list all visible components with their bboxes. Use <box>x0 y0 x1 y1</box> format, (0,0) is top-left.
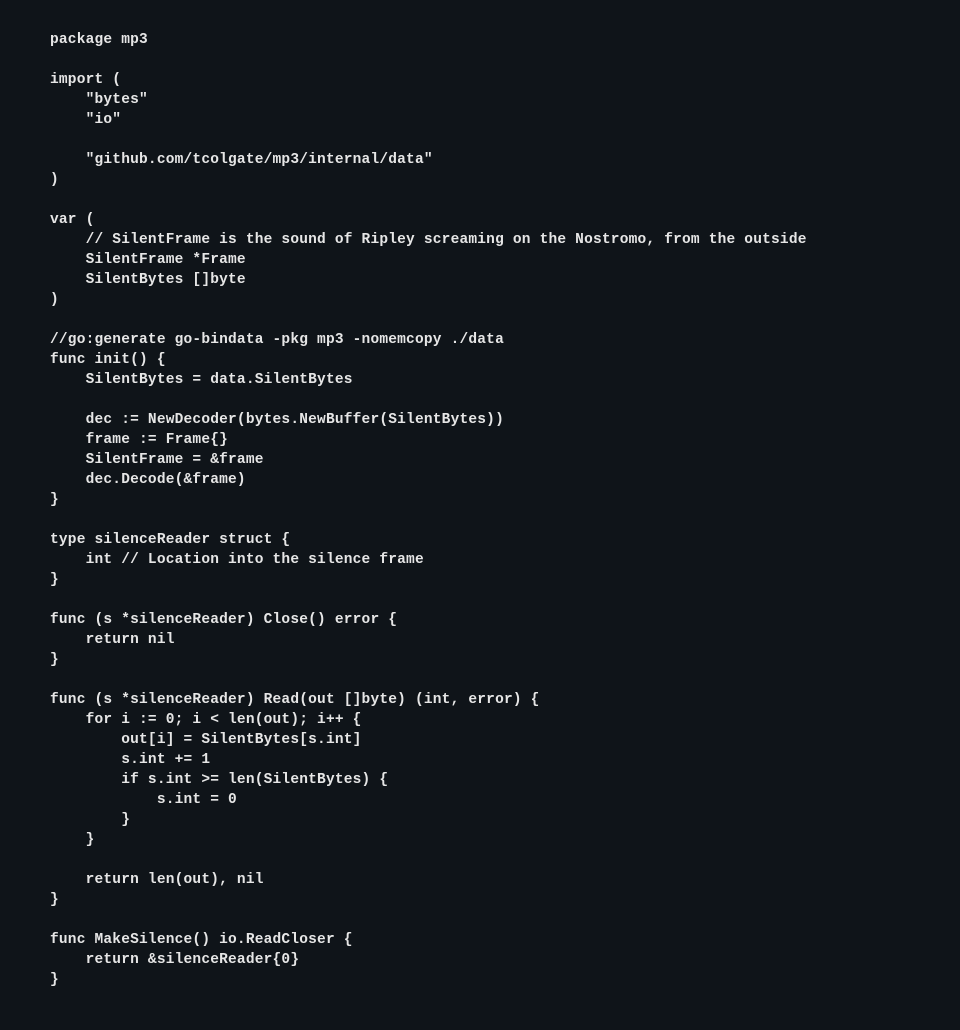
code-block: package mp3 import ( "bytes" "io" "githu… <box>0 0 960 1020</box>
code-content: package mp3 import ( "bytes" "io" "githu… <box>50 32 807 988</box>
